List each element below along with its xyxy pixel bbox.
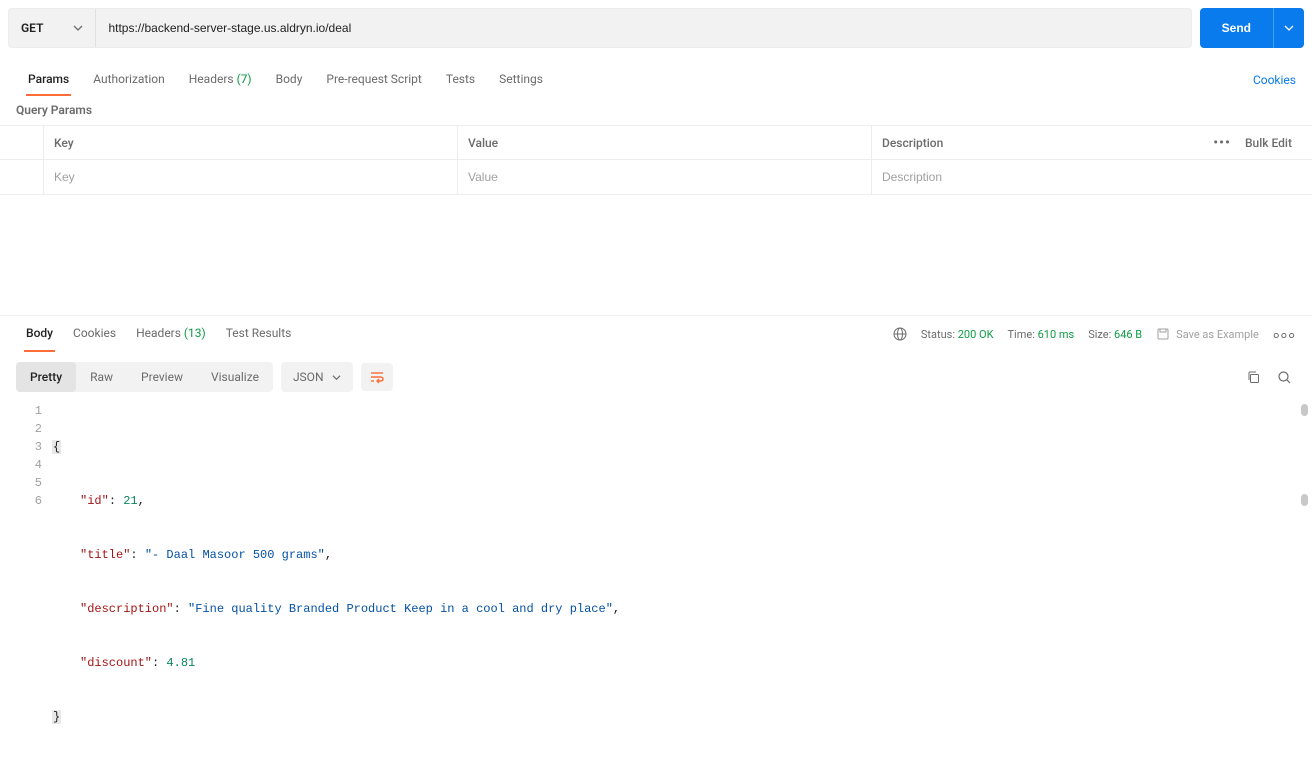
code-content: { "id": 21, "title": "- Daal Masoor 500 … [52,402,1312,762]
key-input[interactable] [54,170,447,184]
tab-prerequest[interactable]: Pre-request Script [314,64,433,96]
save-icon [1156,327,1170,341]
description-column-header: Description ••• Bulk Edit [872,126,1312,159]
globe-icon[interactable] [893,327,907,341]
more-options-icon[interactable]: ••• [1213,135,1231,151]
checkbox-column-header [0,126,44,159]
value-input[interactable] [468,170,861,184]
tab-headers-label: Headers [189,72,234,86]
line-number: 3 [0,438,42,456]
table-row [0,160,1312,194]
search-icon[interactable] [1273,366,1296,389]
wrap-icon [369,369,385,385]
time-value: 610 ms [1038,328,1075,341]
status-label: Status: [921,328,955,341]
tab-settings[interactable]: Settings [487,64,555,96]
request-tabs: Params Authorization Headers (7) Body Pr… [0,64,1312,97]
res-tab-cookies[interactable]: Cookies [63,316,126,352]
scrollbar-thumb[interactable] [1301,494,1308,506]
tab-body[interactable]: Body [264,64,315,96]
description-cell [872,160,1312,194]
key-column-header: Key [44,126,458,159]
res-tab-body[interactable]: Body [16,316,63,352]
table-actions: ••• Bulk Edit [1203,135,1302,151]
tab-authorization[interactable]: Authorization [81,64,177,96]
res-tab-test-results[interactable]: Test Results [216,316,302,352]
more-horizontal-icon[interactable]: ๐๐๐ [1273,325,1296,343]
line-gutter: 1 2 3 4 5 6 [0,402,52,762]
save-as-example-button[interactable]: Save as Example [1156,327,1259,341]
response-tabs: Body Cookies Headers (13) Test Results S… [0,315,1312,352]
time-block: Time: 610 ms [1007,328,1074,341]
status-value: 200 OK [958,328,994,341]
bulk-edit-link[interactable]: Bulk Edit [1245,136,1292,150]
line-number: 1 [0,402,42,420]
time-label: Time: [1007,328,1034,341]
row-checkbox-cell[interactable] [0,160,44,194]
send-dropdown-button[interactable] [1273,8,1304,48]
chevron-down-icon [332,373,341,382]
tab-params[interactable]: Params [16,64,81,96]
size-value: 646 B [1114,328,1142,341]
size-label: Size: [1088,328,1111,341]
tab-headers[interactable]: Headers (7) [177,64,264,96]
response-meta: Status: 200 OK Time: 610 ms Size: 646 B … [893,325,1296,343]
send-button[interactable]: Send [1200,8,1273,48]
key-cell [44,160,458,194]
chevron-down-icon [1284,23,1294,33]
cookies-link[interactable]: Cookies [1253,65,1296,95]
format-label: JSON [293,370,324,384]
query-params-label: Query Params [0,97,1312,125]
wrap-lines-button[interactable] [361,363,393,391]
response-view-bar: Pretty Raw Preview Visualize JSON [0,352,1312,402]
http-method-label: GET [21,21,43,35]
res-tab-headers[interactable]: Headers (13) [126,316,216,352]
view-tab-preview[interactable]: Preview [127,362,197,392]
query-params-table: Key Value Description ••• Bulk Edit [0,125,1312,195]
chevron-down-icon [73,23,83,33]
scrollbar-thumb[interactable] [1301,404,1308,416]
line-number: 5 [0,474,42,492]
method-url-bar: GET [8,8,1192,48]
http-method-select[interactable]: GET [9,9,96,47]
view-tab-pretty[interactable]: Pretty [16,362,76,392]
size-block: Size: 646 B [1088,328,1142,341]
description-input[interactable] [882,170,1302,184]
res-tab-headers-label: Headers [136,326,181,340]
view-tab-raw[interactable]: Raw [76,362,127,392]
line-number: 4 [0,456,42,474]
view-tab-visualize[interactable]: Visualize [197,362,273,392]
tab-tests[interactable]: Tests [434,64,487,96]
view-mode-tabs: Pretty Raw Preview Visualize [16,362,273,392]
line-number: 2 [0,420,42,438]
status-block: Status: 200 OK [921,328,994,341]
url-input[interactable] [96,9,1190,47]
tab-headers-count: (7) [237,72,252,86]
save-as-example-label: Save as Example [1176,328,1259,341]
format-select[interactable]: JSON [281,362,353,392]
value-column-header: Value [458,126,872,159]
description-header-label: Description [882,136,943,150]
send-button-group: Send [1200,8,1304,48]
line-number: 6 [0,492,42,510]
copy-icon[interactable] [1242,366,1265,389]
value-cell [458,160,872,194]
res-tab-headers-count: (13) [184,326,206,340]
response-body-code[interactable]: 1 2 3 4 5 6 { "id": 21, "title": "- Daal… [0,402,1312,782]
table-header-row: Key Value Description ••• Bulk Edit [0,126,1312,160]
